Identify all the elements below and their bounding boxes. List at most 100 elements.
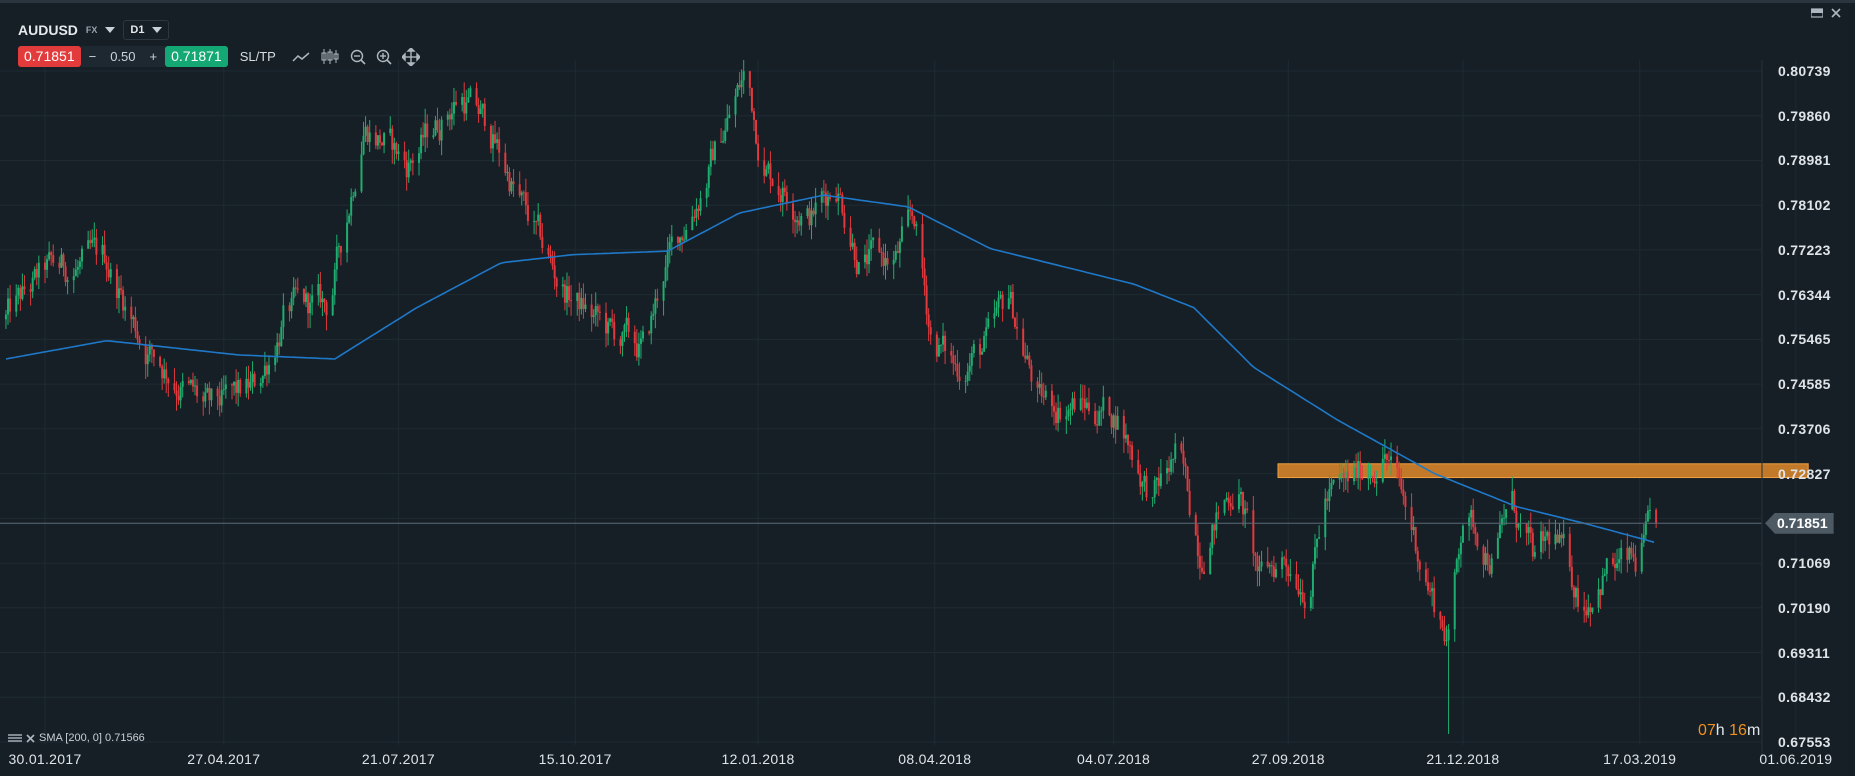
candle-body (1404, 496, 1407, 507)
candle-body (331, 295, 334, 316)
candle-body (1369, 476, 1372, 478)
candle-body (115, 269, 118, 299)
remove-indicator-icon[interactable] (26, 733, 35, 743)
increase-button[interactable]: + (150, 46, 158, 67)
candle-body (251, 373, 254, 383)
candle-body (796, 220, 799, 223)
indicator-settings-icon[interactable] (8, 733, 22, 743)
candle-body (52, 255, 55, 263)
candle-body (1490, 558, 1493, 574)
candle-body (1285, 558, 1288, 567)
candle-body (637, 343, 640, 358)
candle-body (1166, 467, 1169, 474)
candle-body (498, 139, 501, 153)
candle-body (124, 306, 127, 311)
candle-body (1570, 567, 1573, 588)
candle-body (942, 335, 945, 345)
spread-value[interactable]: 0.50 (110, 46, 135, 67)
buy-button[interactable]: 0.71871 (165, 46, 228, 67)
symbol-dropdown-chevron-icon[interactable] (105, 27, 116, 33)
candle-body (378, 135, 381, 143)
candle-body (1326, 498, 1329, 502)
candle-body (167, 378, 170, 384)
candle-body (1289, 574, 1292, 577)
candle-body (1381, 458, 1384, 482)
minimize-icon[interactable] (1811, 8, 1823, 18)
candle-body (403, 151, 406, 161)
volume-stepper[interactable]: − 0.50 + (80, 46, 166, 67)
sltp-button[interactable]: SL/TP (240, 49, 276, 64)
candle-body (109, 269, 112, 278)
line-chart-icon[interactable] (292, 50, 310, 64)
candle-body (1283, 557, 1286, 559)
candle-body (1353, 467, 1356, 482)
candle-body (728, 114, 731, 118)
candle-body (535, 220, 538, 222)
candle-body (792, 203, 795, 220)
candle-body (1110, 415, 1113, 428)
candle-body (683, 239, 686, 241)
candle-body (1585, 610, 1588, 616)
candle-body (434, 120, 437, 136)
candle-body (1200, 567, 1203, 572)
candle-body (1361, 478, 1364, 480)
candle-body (1316, 538, 1319, 548)
price-tick-label: 0.73706 (1778, 420, 1831, 437)
date-tick-label: 17.03.2019 (1603, 751, 1677, 767)
candle-body (1577, 588, 1580, 607)
candle-body (179, 386, 182, 401)
price-tick-label: 0.71069 (1778, 555, 1831, 572)
candle-body (1108, 397, 1111, 416)
candle-body (481, 103, 484, 109)
decrease-button[interactable]: − (89, 46, 97, 67)
candle-body (1229, 503, 1232, 507)
candle-body (979, 344, 982, 355)
candle-body (537, 214, 540, 222)
candle-body (15, 295, 18, 312)
candle-body (222, 389, 225, 391)
pan-icon[interactable] (401, 47, 420, 66)
candle-body (1053, 406, 1056, 412)
candle-body (280, 327, 283, 347)
candle-body (750, 87, 753, 112)
close-icon[interactable] (1831, 8, 1841, 18)
candle-body (724, 130, 727, 142)
candlestick-icon[interactable] (320, 48, 340, 66)
candle-body (469, 88, 472, 98)
timeframe-select[interactable]: D1 (123, 20, 170, 40)
candle-body (105, 262, 108, 270)
sell-button[interactable]: 0.71851 (18, 46, 81, 67)
candle-body (1591, 607, 1594, 612)
zoom-out-icon[interactable] (350, 49, 366, 65)
candle-body (907, 209, 910, 227)
candle-body (939, 344, 942, 346)
candle-body (757, 143, 760, 161)
candle-body (1139, 473, 1142, 487)
candle-body (432, 135, 435, 138)
price-chart[interactable] (0, 0, 1855, 776)
candle-body (1453, 572, 1456, 630)
candle-body (1151, 497, 1154, 499)
candle-body (693, 216, 696, 218)
candle-body (206, 387, 209, 393)
candle-body (695, 208, 698, 218)
candle-body (1026, 355, 1029, 359)
candle-body (713, 141, 716, 161)
candle-body (191, 379, 194, 387)
candle-body (148, 345, 151, 355)
candle-body (1186, 466, 1189, 491)
candle-body (1270, 565, 1273, 567)
candle-body (1141, 482, 1144, 487)
candle-body (868, 248, 871, 265)
date-tick-label: 27.09.2018 (1251, 751, 1325, 767)
candle-body (159, 357, 162, 367)
candle-body (551, 256, 554, 266)
candle-body (122, 290, 125, 311)
candle-body (872, 237, 875, 241)
candle-body (911, 211, 914, 217)
candle-body (224, 384, 227, 390)
price-tick-label: 0.70190 (1778, 599, 1831, 616)
zoom-in-icon[interactable] (376, 49, 392, 65)
candle-body (1614, 563, 1617, 569)
candle-body (107, 269, 110, 278)
